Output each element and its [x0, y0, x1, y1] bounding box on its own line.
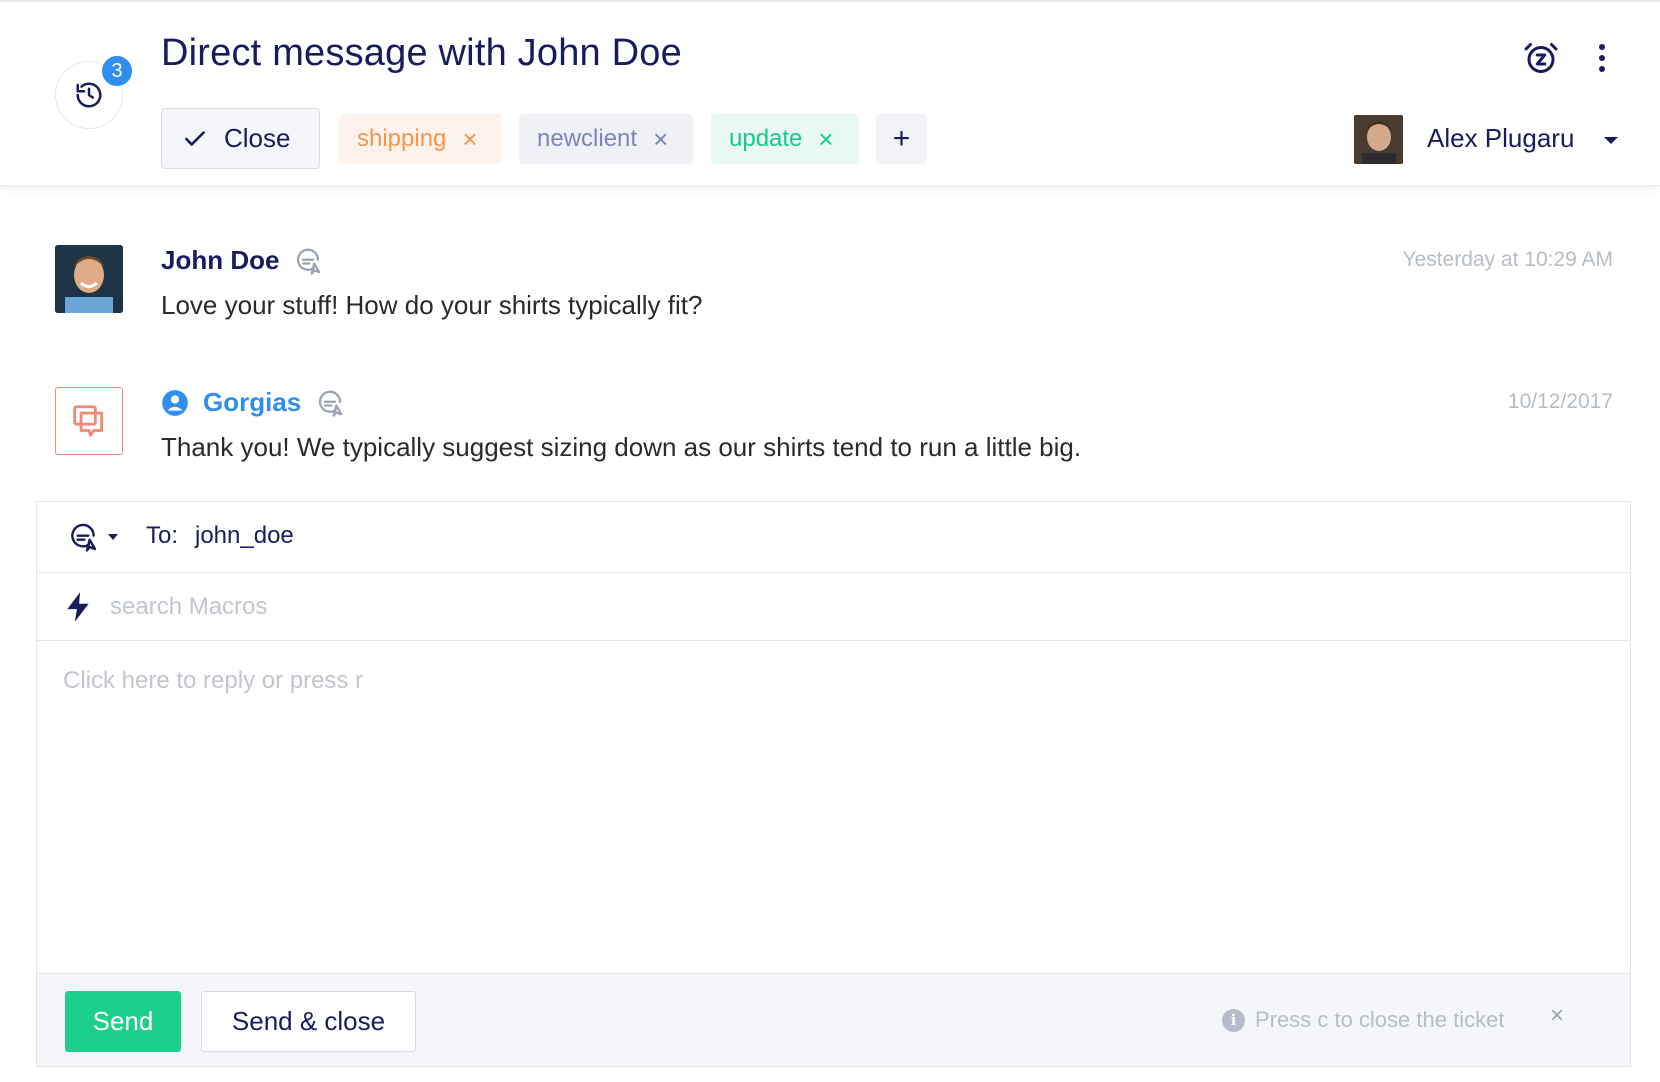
user-icon	[162, 389, 188, 416]
chevron-down-icon[interactable]	[1604, 137, 1618, 144]
author-name: John Doe	[161, 245, 280, 275]
remove-tag-icon[interactable]: ×	[462, 126, 477, 152]
tag-label: update	[729, 125, 803, 152]
assignee-selector[interactable]: Alex Plugaru	[1354, 115, 1574, 164]
tag-update[interactable]: update ×	[711, 114, 859, 164]
dismiss-hint-icon[interactable]: ×	[1550, 1002, 1564, 1030]
tag-label: newclient	[537, 125, 638, 152]
snooze-icon[interactable]	[1523, 40, 1559, 76]
chat-channel-icon	[319, 390, 343, 417]
message-body: Love your stuff! How do your shirts typi…	[161, 290, 703, 320]
reply-composer: To: john_doe Send Send & close i Press c…	[36, 501, 1631, 1067]
page-title: Direct message with John Doe	[161, 32, 682, 74]
composer-footer: Send Send & close i Press c to close the…	[37, 973, 1630, 1066]
lightning-icon	[67, 592, 89, 622]
recipient-value[interactable]: john_doe	[195, 522, 294, 550]
gorgias-logo-icon	[73, 405, 104, 437]
message-author: Gorgias	[161, 387, 345, 418]
more-vertical-icon[interactable]	[1590, 40, 1614, 76]
history-count-badge: 3	[100, 54, 134, 88]
message-author: John Doe	[161, 245, 323, 276]
remove-tag-icon[interactable]: ×	[818, 126, 833, 152]
assignee-avatar	[1354, 115, 1403, 164]
channel-selector[interactable]	[67, 521, 119, 553]
to-label: To:	[146, 522, 179, 549]
ticket-header: 3 Direct message with John Doe Close shi…	[0, 2, 1660, 186]
tag-label: shipping	[357, 125, 447, 152]
gorgias-avatar	[55, 387, 123, 455]
macro-search-input[interactable]	[110, 591, 910, 623]
message-body: Thank you! We typically suggest sizing d…	[161, 432, 1082, 462]
author-name: Gorgias	[203, 387, 302, 417]
recipient-row: To: john_doe	[37, 502, 1630, 573]
message-timestamp: 10/12/2017	[1507, 390, 1613, 413]
tag-shipping[interactable]: shipping ×	[339, 114, 502, 164]
remove-tag-icon[interactable]: ×	[653, 126, 668, 152]
reply-textarea[interactable]	[37, 641, 1630, 973]
close-ticket-button[interactable]: Close	[161, 108, 320, 169]
macro-search-row	[37, 573, 1630, 641]
send-button[interactable]: Send	[65, 991, 181, 1052]
info-icon: i	[1222, 1008, 1245, 1032]
hint-text: Press c to close the ticket	[1255, 1007, 1505, 1032]
chat-channel-icon	[71, 523, 97, 552]
customer-avatar	[55, 245, 123, 313]
message-timestamp: Yesterday at 10:29 AM	[1402, 248, 1613, 271]
tag-newclient[interactable]: newclient ×	[519, 114, 693, 164]
send-and-close-button[interactable]: Send & close	[201, 991, 416, 1052]
chat-channel-icon	[297, 248, 321, 275]
check-icon	[185, 130, 205, 146]
history-icon	[76, 82, 102, 108]
close-button-label: Close	[224, 123, 291, 153]
caret-down-icon	[108, 534, 118, 540]
assignee-name: Alex Plugaru	[1427, 123, 1575, 153]
add-tag-button[interactable]: +	[876, 114, 927, 164]
close-hint: i Press c to close the ticket	[1222, 1007, 1504, 1033]
